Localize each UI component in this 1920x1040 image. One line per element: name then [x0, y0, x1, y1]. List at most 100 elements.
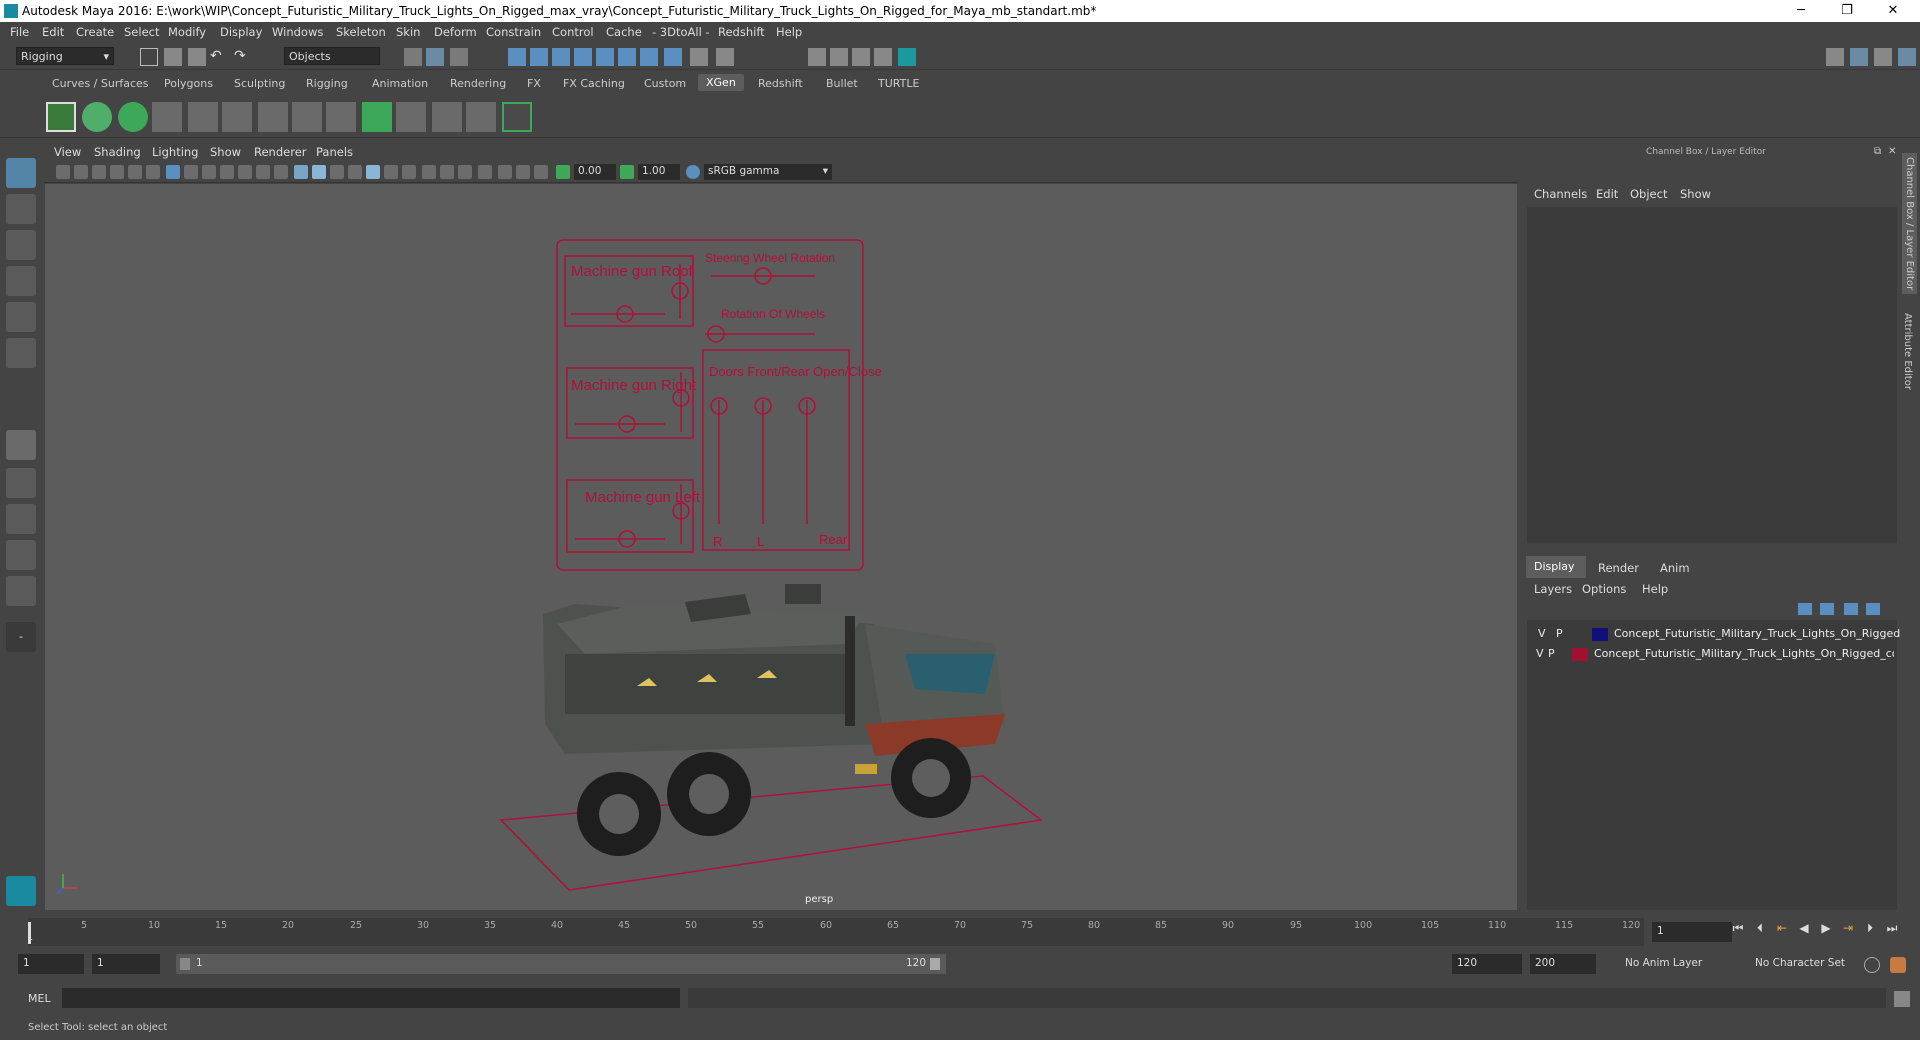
select-hierarchy-icon[interactable] — [404, 48, 422, 66]
move-layer-up-icon[interactable] — [1798, 603, 1812, 615]
vp-menu-shading[interactable]: Shading — [94, 145, 141, 159]
color-management-icon[interactable] — [686, 165, 700, 179]
menu-control[interactable]: Control — [552, 25, 594, 39]
tab-render[interactable]: Render — [1598, 561, 1639, 575]
layer-visibility[interactable]: V — [1536, 647, 1544, 660]
move-layer-down-icon[interactable] — [1820, 603, 1834, 615]
layer-menu-layers[interactable]: Layers — [1534, 582, 1572, 596]
tab-anim[interactable]: Anim — [1660, 561, 1690, 575]
safe-action-icon[interactable] — [256, 165, 270, 179]
xgen-guides-icon[interactable] — [152, 102, 182, 132]
cb-menu-channels[interactable]: Channels — [1534, 187, 1587, 201]
mode-dropdown[interactable]: Rigging ▾ — [16, 47, 114, 65]
xgen-add-guide-icon[interactable] — [188, 102, 218, 132]
new-layer-icon[interactable] — [1844, 603, 1858, 615]
construction-history-icon[interactable] — [716, 48, 734, 66]
ipr-render-icon[interactable] — [852, 48, 870, 66]
render-frame-icon[interactable] — [830, 48, 848, 66]
restore-button[interactable]: ❐ — [1824, 0, 1870, 22]
vp-menu-view[interactable]: View — [54, 145, 81, 159]
depth-of-field-icon[interactable] — [458, 165, 472, 179]
menu-skin[interactable]: Skin — [396, 25, 420, 39]
lasso-tool-icon[interactable] — [6, 194, 36, 224]
gamma-icon[interactable] — [620, 165, 634, 179]
snap-plane-icon[interactable] — [618, 48, 636, 66]
layer-menu-help[interactable]: Help — [1642, 582, 1668, 596]
toggle-tool-settings-icon[interactable] — [1898, 48, 1916, 66]
xgen-sculpt-guide-icon[interactable] — [258, 102, 288, 132]
tab-xgen[interactable]: XGen — [698, 74, 744, 91]
play-forwards-icon[interactable]: ▶ — [1818, 920, 1834, 936]
range-end-handle[interactable] — [930, 958, 940, 970]
persp-outliner-layout-icon[interactable] — [6, 504, 36, 534]
safe-title-icon[interactable] — [274, 165, 288, 179]
layer-name[interactable]: Concept_Futuristic_Military_Truck_Lights… — [1614, 627, 1900, 640]
grid-toggle-icon[interactable] — [166, 165, 180, 179]
toggle-channelbox-icon[interactable] — [1850, 48, 1868, 66]
anti-aliasing-icon[interactable] — [440, 165, 454, 179]
range-start-handle[interactable] — [180, 958, 190, 970]
menu-redshift[interactable]: Redshift — [718, 25, 765, 39]
xgen-create-description-icon[interactable] — [118, 102, 148, 132]
command-input[interactable] — [62, 988, 680, 1008]
tab-bullet[interactable]: Bullet — [826, 77, 858, 90]
menu-deform[interactable]: Deform — [434, 25, 477, 39]
tab-animation[interactable]: Animation — [372, 77, 428, 90]
more-layouts-icon[interactable]: - — [6, 622, 36, 652]
menu-edit[interactable]: Edit — [42, 25, 64, 39]
rotate-tool-icon[interactable] — [6, 302, 36, 332]
go-to-end-icon[interactable]: ⏭ — [1884, 920, 1900, 936]
single-perspective-layout-icon[interactable] — [6, 430, 36, 460]
script-editor-icon[interactable] — [1894, 991, 1910, 1007]
select-tool-icon[interactable] — [6, 158, 36, 188]
wireframe-on-shaded-icon[interactable] — [330, 165, 344, 179]
snap-point-icon[interactable] — [552, 48, 570, 66]
camera-attributes-icon[interactable] — [74, 165, 88, 179]
auto-key-icon[interactable] — [1864, 957, 1880, 973]
isolate-select-icon[interactable] — [478, 165, 492, 179]
menu-constrain[interactable]: Constrain — [486, 25, 541, 39]
scale-tool-icon[interactable] — [6, 338, 36, 368]
layer-playback[interactable]: P — [1548, 647, 1555, 660]
layer-row[interactable]: V P Concept_Futuristic_Military_Truck_Li… — [1530, 627, 1900, 645]
workspace-icon[interactable] — [1826, 48, 1844, 66]
film-gate-icon[interactable] — [184, 165, 198, 179]
xgen-groom-icon[interactable] — [396, 102, 426, 132]
xgen-guides-to-curves-icon[interactable] — [326, 102, 356, 132]
xgen-place-guide-icon[interactable] — [222, 102, 252, 132]
render-view-icon[interactable] — [808, 48, 826, 66]
hypershade-icon[interactable] — [898, 48, 916, 66]
smooth-shade-icon[interactable] — [312, 165, 326, 179]
playback-end-field[interactable]: 120 — [1452, 954, 1522, 974]
tab-fx-caching[interactable]: FX Caching — [563, 77, 625, 90]
step-forward-frame-icon[interactable]: ⇥ — [1840, 920, 1856, 936]
new-scene-icon[interactable] — [140, 48, 158, 66]
use-all-lights-icon[interactable] — [366, 165, 380, 179]
gate-mask-icon[interactable] — [220, 165, 234, 179]
character-set-dropdown[interactable]: No Character Set — [1750, 954, 1862, 974]
exposure-icon[interactable] — [556, 165, 570, 179]
anim-layer-dropdown[interactable]: No Anim Layer — [1620, 954, 1740, 974]
exposure-field[interactable]: 0.00 — [574, 164, 616, 180]
textured-icon[interactable] — [348, 165, 362, 179]
menu-select[interactable]: Select — [124, 25, 159, 39]
snap-view-icon[interactable] — [574, 48, 592, 66]
vp-menu-lighting[interactable]: Lighting — [152, 145, 198, 159]
rig-panel-border[interactable] — [556, 239, 864, 571]
timeline-track[interactable] — [28, 918, 1644, 946]
select-component-icon[interactable] — [450, 48, 468, 66]
minimize-button[interactable]: ─ — [1778, 0, 1824, 22]
tab-sculpting[interactable]: Sculpting — [234, 77, 285, 90]
menu-file[interactable]: File — [10, 25, 29, 39]
layer-color-swatch[interactable] — [1592, 628, 1608, 641]
snap-grid-icon[interactable] — [508, 48, 526, 66]
xgen-editor-icon[interactable] — [46, 102, 76, 132]
tab-rigging[interactable]: Rigging — [306, 77, 348, 90]
preferences-icon[interactable] — [1890, 957, 1906, 973]
layer-visibility[interactable]: V — [1538, 627, 1546, 640]
go-to-start-icon[interactable]: ⏮ — [1730, 920, 1746, 936]
animation-start-field[interactable]: 1 — [18, 954, 84, 974]
paint-select-icon[interactable] — [6, 230, 36, 260]
2d-pan-zoom-icon[interactable] — [128, 165, 142, 179]
snap-surface-icon[interactable] — [596, 48, 614, 66]
